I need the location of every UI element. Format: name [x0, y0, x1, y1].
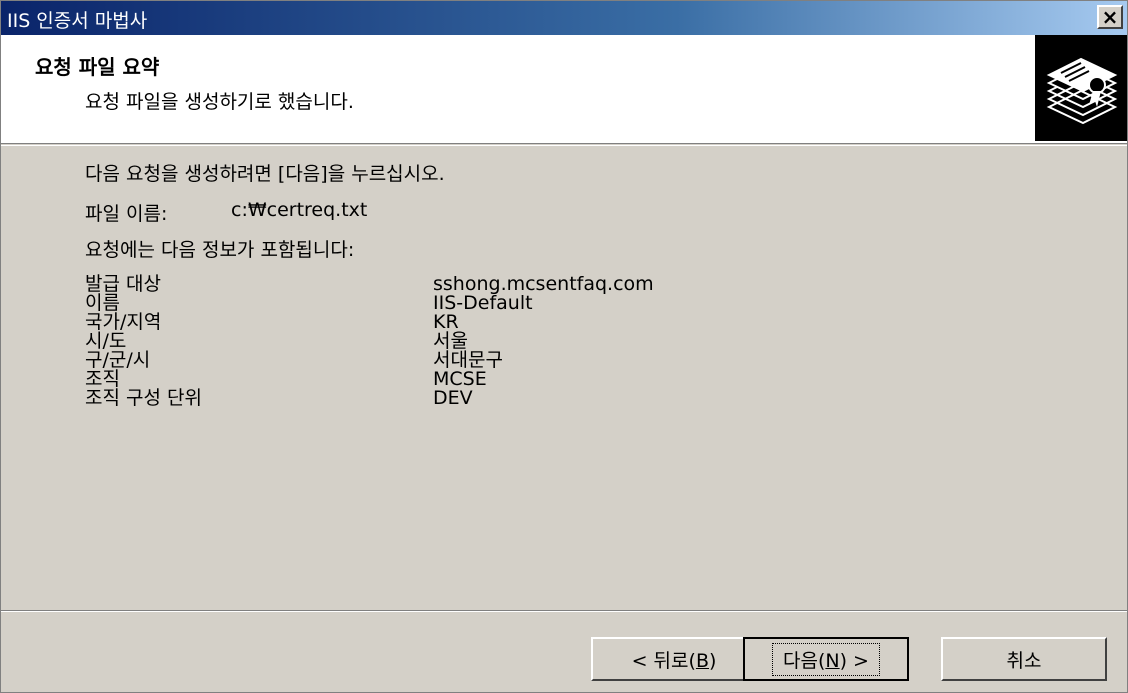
button-separator [1, 610, 1127, 612]
back-button[interactable]: < 뒤로(B) [591, 637, 757, 681]
window-title: IIS 인증서 마법사 [7, 10, 148, 32]
wizard-content: 다음 요청을 생성하려면 [다음]을 누르십시오. 파일 이름: c:₩cert… [1, 145, 1127, 611]
page-subtitle: 요청 파일을 생성하기로 했습니다. [85, 91, 354, 113]
info-value-org-unit: DEV [433, 387, 473, 409]
close-button[interactable]: × [1097, 5, 1123, 29]
wizard-window: IIS 인증서 마법사 × 요청 파일 요약 요청 파일을 생성하기로 했습니다… [0, 0, 1128, 693]
wizard-header: 요청 파일 요약 요청 파일을 생성하기로 했습니다. [1, 35, 1127, 146]
instruction-text: 다음 요청을 생성하려면 [다음]을 누르십시오. [85, 163, 445, 185]
info-label-org-unit: 조직 구성 단위 [85, 387, 202, 409]
page-title: 요청 파일 요약 [35, 55, 160, 79]
file-name-label: 파일 이름: [85, 203, 168, 225]
certificate-stack-icon [1035, 35, 1127, 141]
file-name-value: c:₩certreq.txt [231, 199, 368, 221]
close-icon: × [1101, 5, 1119, 29]
next-button-label: 다음(N) > [772, 642, 880, 676]
cancel-button[interactable]: 취소 [941, 637, 1107, 681]
next-button[interactable]: 다음(N) > [743, 637, 909, 681]
title-bar: IIS 인증서 마법사 × [1, 1, 1127, 35]
back-button-label: < 뒤로(B) [631, 649, 717, 672]
info-intro: 요청에는 다음 정보가 포함됩니다: [85, 239, 355, 261]
